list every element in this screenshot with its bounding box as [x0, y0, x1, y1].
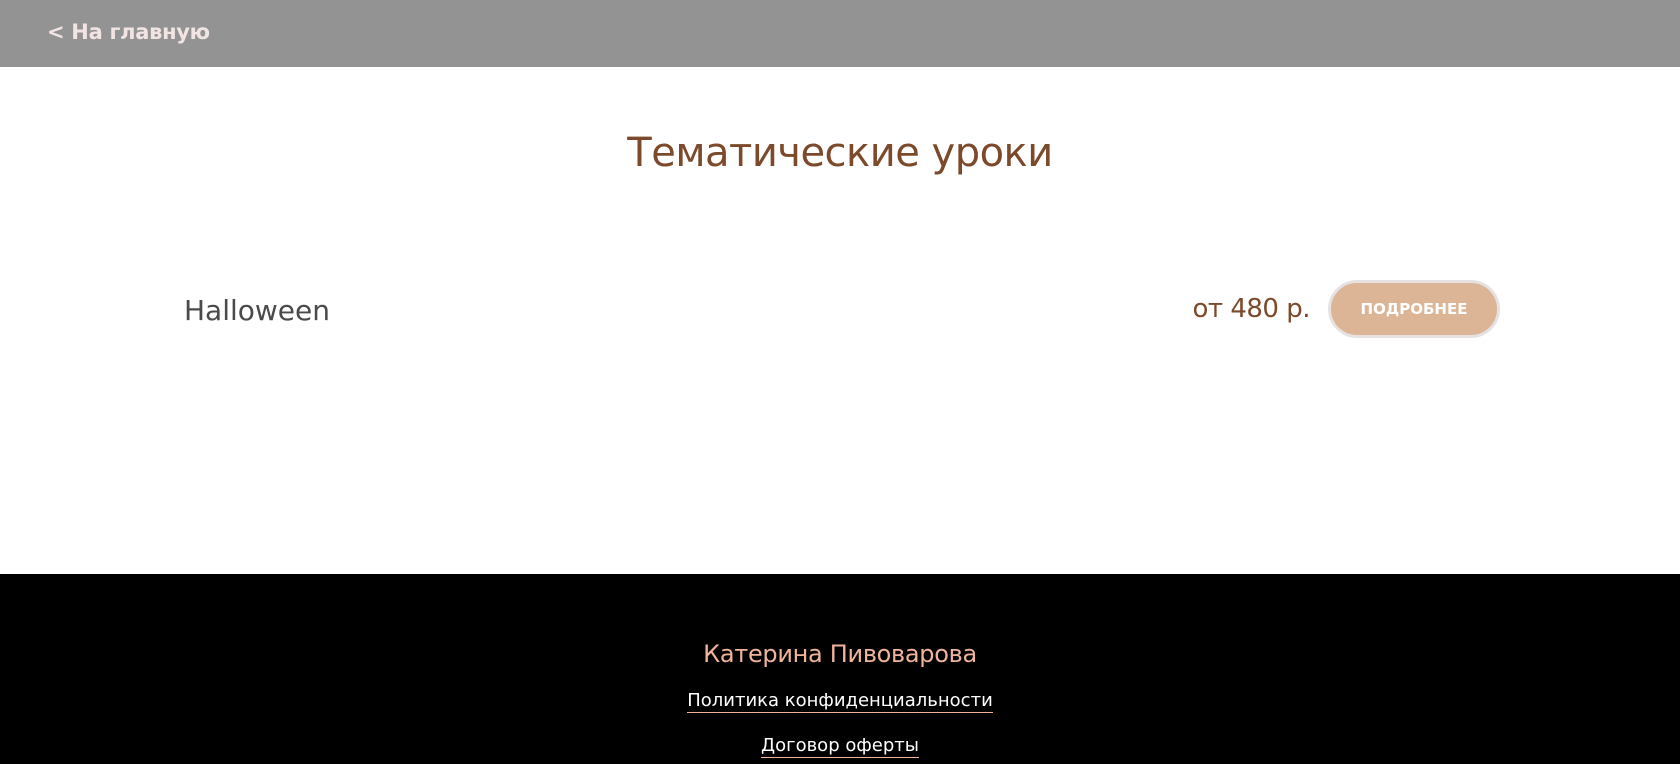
footer-link-row: Политика конфиденциальности	[0, 690, 1680, 713]
lesson-name: Halloween	[184, 294, 331, 327]
details-button[interactable]: ПОДРОБНЕЕ	[1328, 280, 1500, 338]
footer: Катерина Пивоварова Политика конфиденциа…	[0, 574, 1680, 764]
page-title: Тематические уроки	[627, 130, 1053, 176]
footer-author-name: Катерина Пивоварова	[703, 640, 977, 668]
lesson-row: Halloween от 480 р. ПОДРОБНЕЕ	[184, 280, 1500, 342]
top-bar: < На главную	[0, 0, 1680, 67]
back-to-home-link[interactable]: < На главную	[47, 20, 210, 44]
privacy-policy-link[interactable]: Политика конфиденциальности	[687, 690, 993, 713]
footer-link-row: Договор оферты	[0, 735, 1680, 758]
lesson-price: от 480 р.	[1192, 294, 1311, 324]
offer-agreement-link[interactable]: Договор оферты	[761, 735, 919, 758]
